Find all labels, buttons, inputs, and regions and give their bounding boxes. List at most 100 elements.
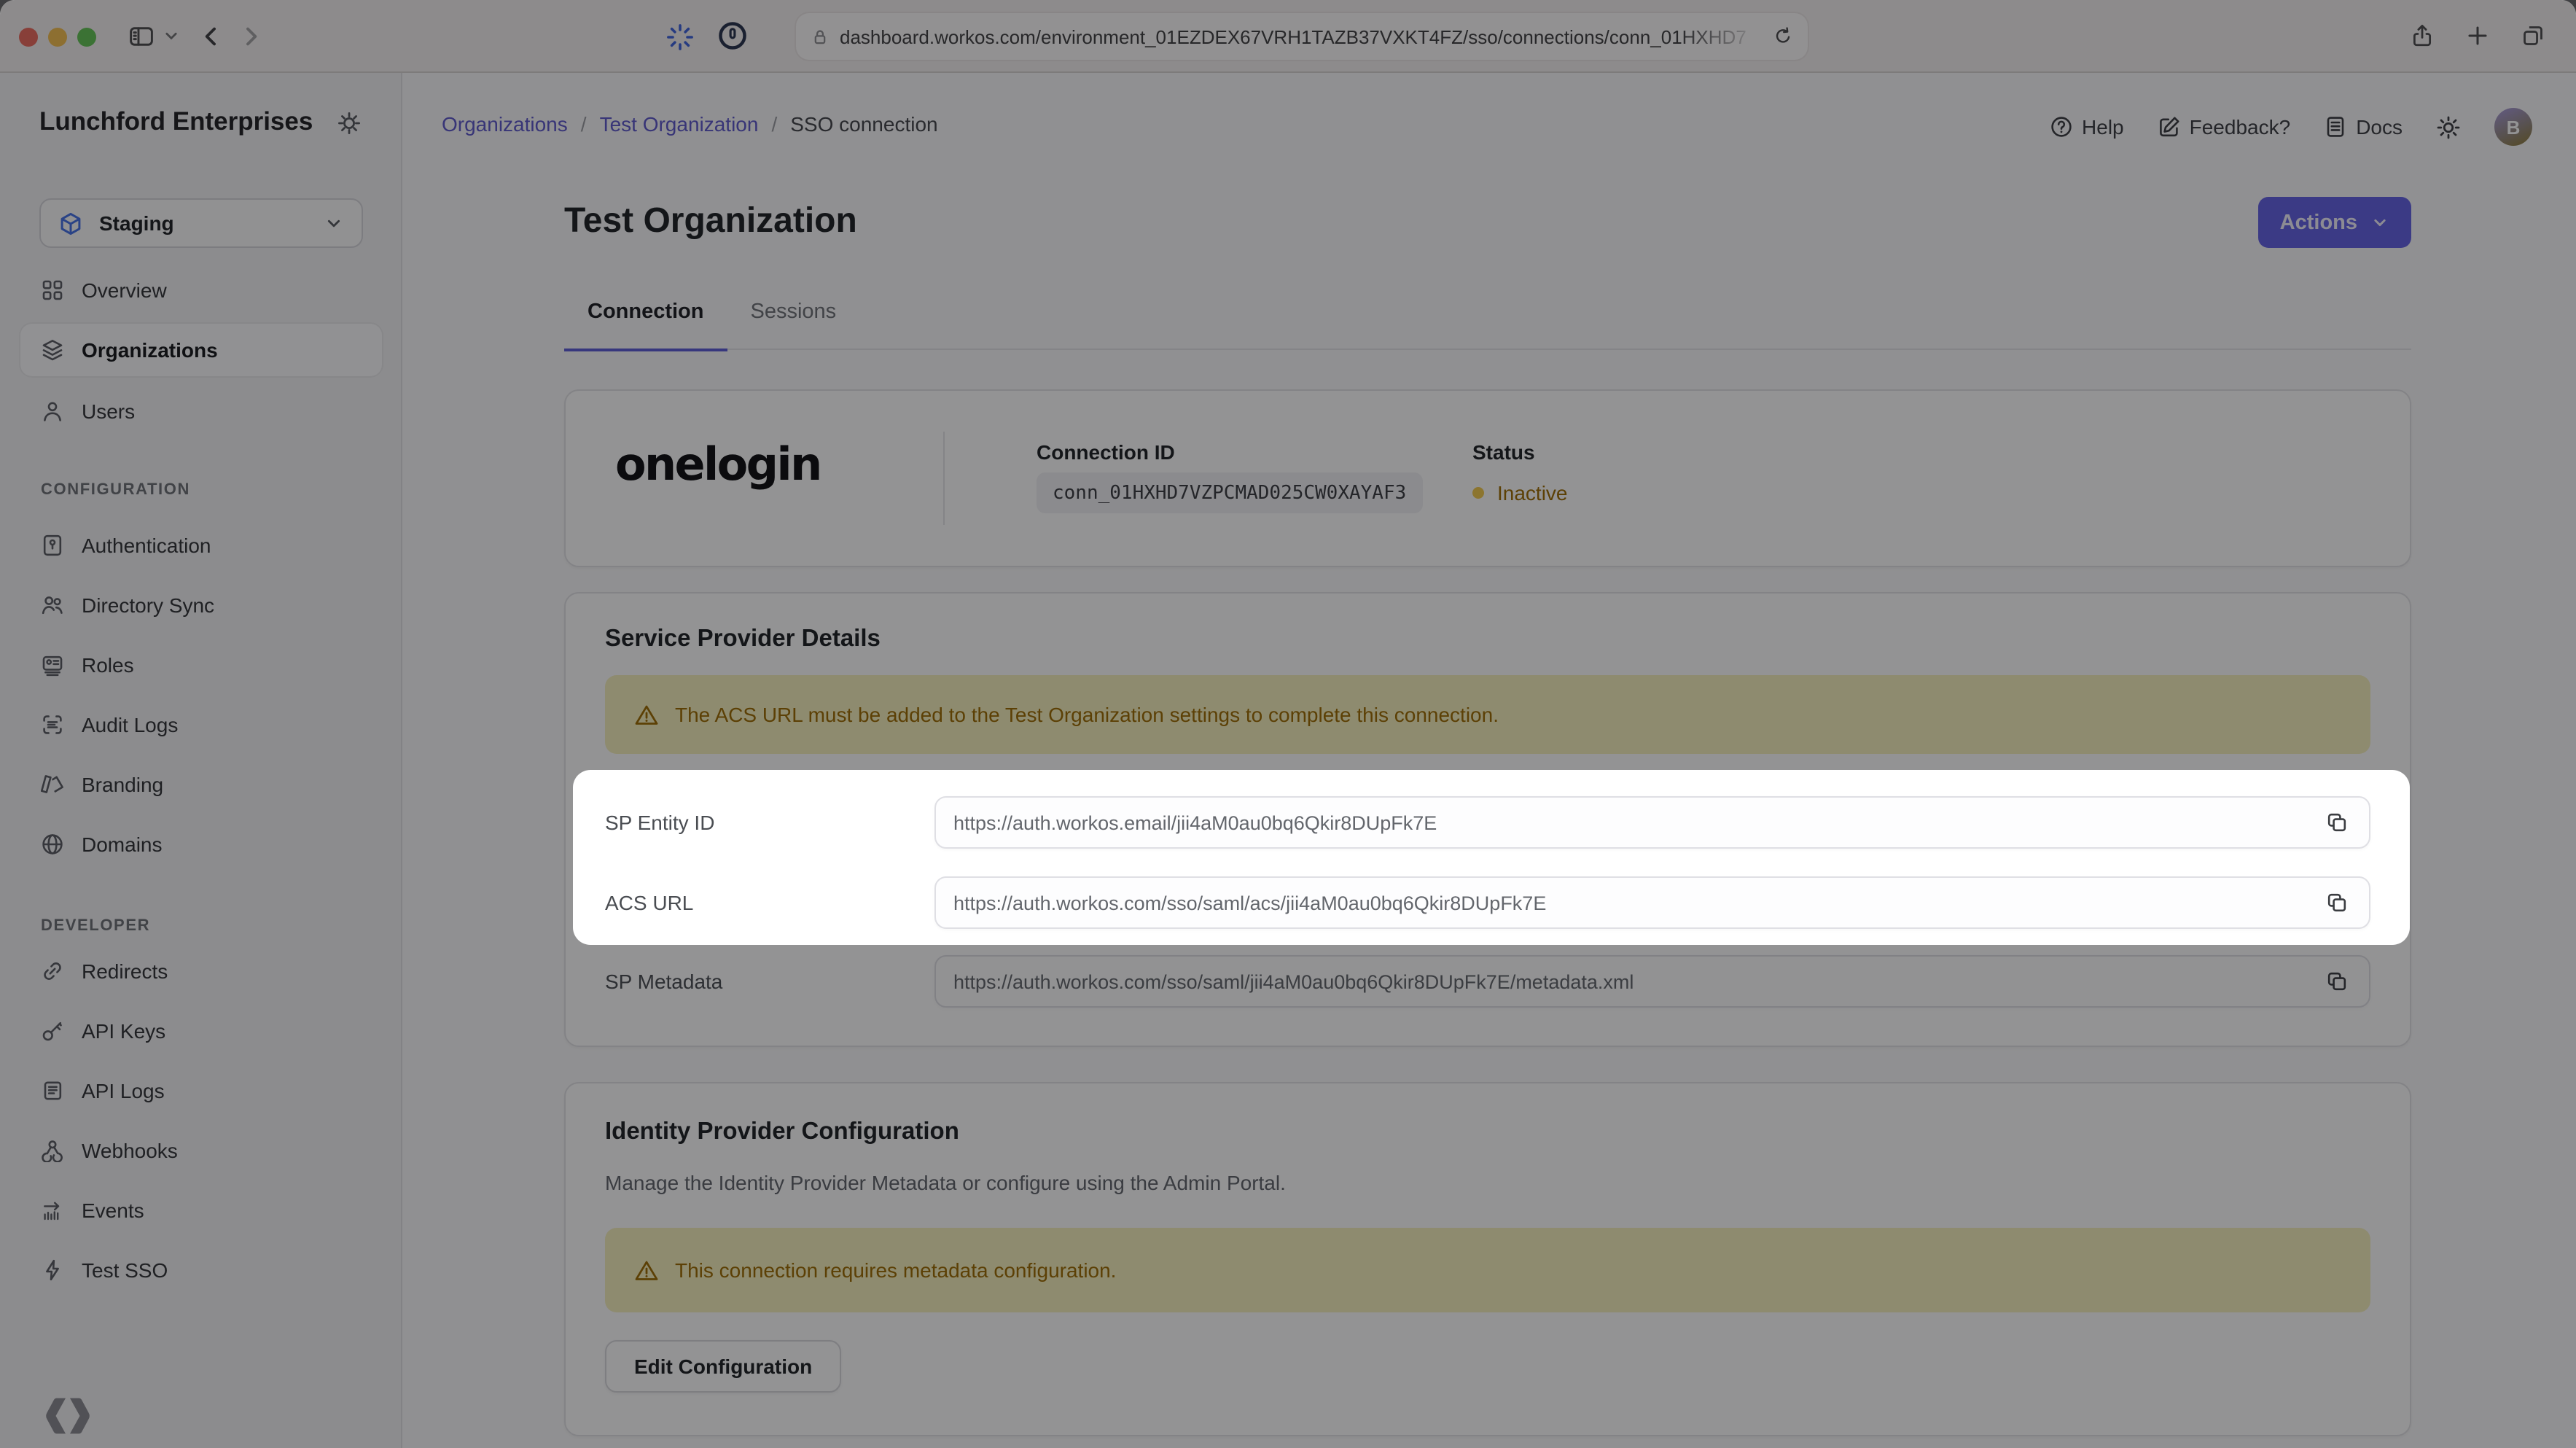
org-name: Lunchford Enterprises xyxy=(39,106,313,136)
acs-warning-banner: The ACS URL must be added to the Test Or… xyxy=(605,675,2370,754)
url-text: dashboard.workos.com/environment_01EZDEX… xyxy=(840,26,1746,47)
chevron-down-icon xyxy=(324,213,344,233)
status-line: Inactive xyxy=(1472,481,1568,505)
sidebar-item-audit-logs[interactable]: Audit Logs xyxy=(20,698,382,751)
extension-1password-icon[interactable] xyxy=(717,20,748,51)
sidebar-item-api-logs[interactable]: API Logs xyxy=(20,1064,382,1117)
workos-logo xyxy=(44,1394,92,1438)
sidebar-item-webhooks[interactable]: Webhooks xyxy=(20,1124,382,1177)
connection-id-value[interactable]: conn_01HXHD7VZPCMAD025CW0XAYAF3 xyxy=(1037,472,1423,513)
sp-details-heading: Service Provider Details xyxy=(605,626,881,652)
actions-button[interactable]: Actions xyxy=(2257,197,2411,248)
status-dot-icon xyxy=(1472,487,1484,499)
sidebar-item-test-sso[interactable]: Test SSO xyxy=(20,1244,382,1296)
chevron-down-icon xyxy=(2370,213,2389,232)
tab-connection[interactable]: Connection xyxy=(564,300,727,351)
copy-icon[interactable] xyxy=(2322,808,2351,837)
reload-icon[interactable] xyxy=(1773,26,1793,47)
sidebar-item-api-keys[interactable]: API Keys xyxy=(20,1005,382,1057)
globe-icon xyxy=(41,833,64,856)
sidebar-item-organizations[interactable]: Organizations xyxy=(20,324,382,376)
sidebar-item-authentication[interactable]: Authentication xyxy=(20,519,382,572)
sidebar-item-branding[interactable]: Branding xyxy=(20,758,382,811)
link-icon xyxy=(41,960,64,983)
copy-icon[interactable] xyxy=(2322,888,2351,917)
sp-entity-id-input[interactable]: https://auth.workos.email/jii4aM0au0bq6Q… xyxy=(934,796,2370,849)
copy-icon[interactable] xyxy=(2322,967,2351,996)
tab-sessions[interactable]: Sessions xyxy=(727,300,860,349)
grid-icon xyxy=(41,279,64,302)
chevron-down-icon[interactable] xyxy=(163,28,179,44)
auth-door-icon xyxy=(41,534,64,557)
divider xyxy=(943,432,945,525)
help-link[interactable]: Help xyxy=(2050,115,2124,139)
edit-configuration-button[interactable]: Edit Configuration xyxy=(605,1340,842,1393)
sidebar-item-roles[interactable]: Roles xyxy=(20,639,382,691)
connection-card: onelogin Connection ID conn_01HXHD7VZPCM… xyxy=(564,389,2411,567)
events-bars-icon xyxy=(41,1199,64,1222)
new-tab-icon[interactable] xyxy=(2465,23,2490,48)
gear-icon[interactable] xyxy=(337,111,362,136)
sp-metadata-input[interactable]: https://auth.workos.com/sso/saml/jii4aM0… xyxy=(934,955,2370,1008)
acs-url-input[interactable]: https://auth.workos.com/sso/saml/acs/jii… xyxy=(934,876,2370,929)
status-badge: Inactive xyxy=(1497,481,1568,505)
users-icon xyxy=(41,593,64,617)
extension-sunburst-icon[interactable] xyxy=(666,23,694,51)
sidebar-item-redirects[interactable]: Redirects xyxy=(20,945,382,997)
zoom-window-button[interactable] xyxy=(77,28,96,47)
minimize-window-button[interactable] xyxy=(48,28,67,47)
idp-configuration-card: Identity Provider Configuration Manage t… xyxy=(564,1082,2411,1436)
theme-toggle-sun-icon[interactable] xyxy=(2436,114,2461,139)
idp-description: Manage the Identity Provider Metadata or… xyxy=(605,1171,1286,1194)
environment-label: Staging xyxy=(99,211,174,235)
sp-metadata-row: SP Metadata https://auth.workos.com/sso/… xyxy=(605,955,2370,1008)
sidebar-item-overview[interactable]: Overview xyxy=(20,264,382,316)
feedback-link[interactable]: Feedback? xyxy=(2158,115,2290,139)
cube-icon xyxy=(58,211,83,236)
breadcrumb: Organizations / Test Organization / SSO co… xyxy=(442,112,938,136)
sidebar: Lunchford Enterprises Staging Overview O xyxy=(0,73,402,1448)
warning-icon xyxy=(634,702,659,727)
share-icon[interactable] xyxy=(2410,23,2435,48)
browser-toolbar: dashboard.workos.com/environment_01EZDEX… xyxy=(0,0,2576,73)
warning-icon xyxy=(634,1258,659,1282)
sidebar-item-users[interactable]: Users xyxy=(20,385,382,437)
sp-metadata-label: SP Metadata xyxy=(605,970,723,993)
docs-link[interactable]: Docs xyxy=(2324,115,2403,139)
back-icon[interactable] xyxy=(198,23,225,50)
idp-heading: Identity Provider Configuration xyxy=(605,1118,959,1145)
docs-icon xyxy=(2324,115,2347,139)
main-content: Organizations / Test Organization / SSO co… xyxy=(402,73,2576,1448)
sidebar-item-events[interactable]: Events xyxy=(20,1184,382,1237)
breadcrumb-current: SSO connection xyxy=(790,112,938,136)
address-bar[interactable]: dashboard.workos.com/environment_01EZDEX… xyxy=(796,13,1808,60)
safari-window: dashboard.workos.com/environment_01EZDEX… xyxy=(0,0,2576,1448)
sp-entity-id-row: SP Entity ID https://auth.workos.email/j… xyxy=(605,796,2370,849)
scroll-icon xyxy=(41,1079,64,1102)
close-window-button[interactable] xyxy=(19,28,38,47)
help-icon xyxy=(2050,115,2073,139)
layers-icon xyxy=(41,338,64,362)
acs-url-label: ACS URL xyxy=(605,891,694,914)
connection-id-label: Connection ID xyxy=(1037,440,1175,464)
avatar[interactable]: B xyxy=(2494,108,2532,146)
swatches-icon xyxy=(41,773,64,796)
sidebar-toggle-icon[interactable] xyxy=(128,23,155,50)
sidebar-item-directory-sync[interactable]: Directory Sync xyxy=(20,579,382,631)
user-icon xyxy=(41,400,64,423)
header-links: Help Feedback? Docs B xyxy=(2050,108,2532,146)
lock-icon xyxy=(811,27,830,46)
acs-url-row: ACS URL https://auth.workos.com/sso/saml… xyxy=(605,876,2370,929)
key-icon xyxy=(41,1019,64,1043)
breadcrumb-test-organization[interactable]: Test Organization xyxy=(600,112,759,136)
onelogin-logo: onelogin xyxy=(615,439,822,491)
tab-overview-icon[interactable] xyxy=(2521,23,2545,48)
id-card-icon xyxy=(41,653,64,677)
forward-icon[interactable] xyxy=(238,23,264,50)
section-developer: DEVELOPER xyxy=(41,917,151,935)
environment-switcher[interactable]: Staging xyxy=(39,198,363,248)
status-label: Status xyxy=(1472,440,1535,464)
sidebar-item-domains[interactable]: Domains xyxy=(20,818,382,871)
breadcrumb-organizations[interactable]: Organizations xyxy=(442,112,568,136)
tab-bar: Connection Sessions xyxy=(564,300,2411,351)
